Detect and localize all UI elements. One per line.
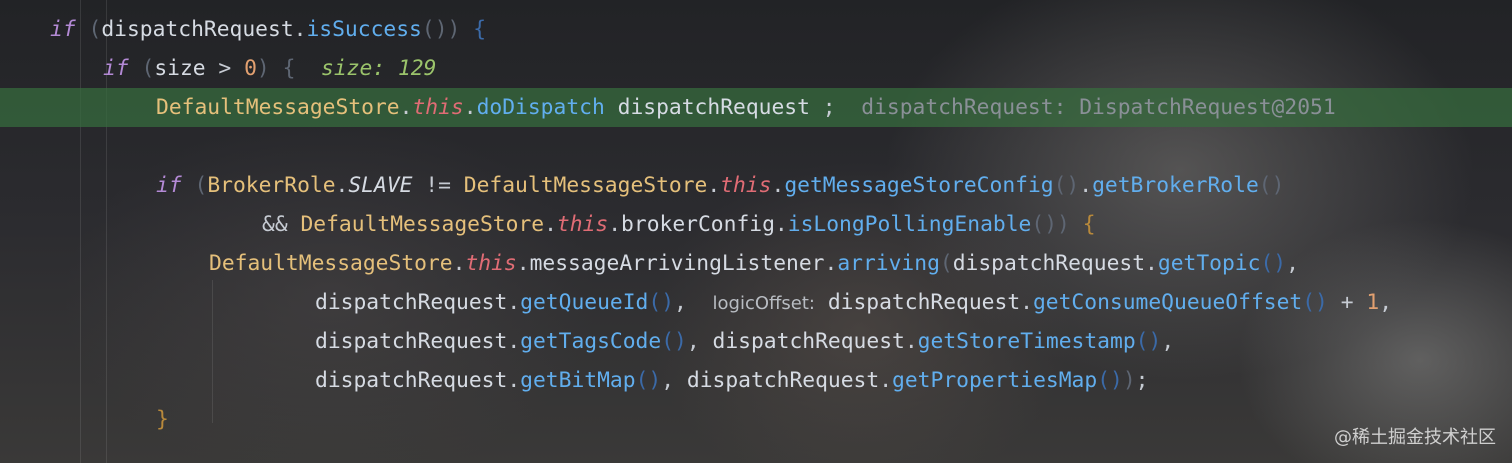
watermark: @稀土掘金技术社区 bbox=[1334, 427, 1496, 448]
code-line-6[interactable]: && DefaultMessageStore.this.brokerConfig… bbox=[0, 205, 1512, 244]
code-line-2[interactable]: if (size > 0) { size: 129 bbox=[0, 49, 1512, 88]
keyword: if bbox=[50, 17, 76, 42]
parameter-name-hint: logicOffset: bbox=[712, 293, 815, 314]
inline-debug-value: size: bbox=[295, 56, 398, 81]
inline-debug-value: dispatchRequest: DispatchRequest@2051 bbox=[835, 95, 1336, 120]
execution-point-line[interactable]: DefaultMessageStore.this.doDispatch disp… bbox=[0, 88, 1512, 127]
code-line-8[interactable]: dispatchRequest.getQueueId(), logicOffse… bbox=[0, 283, 1512, 322]
code-line-5[interactable]: if (BrokerRole.SLAVE != DefaultMessageSt… bbox=[0, 166, 1512, 205]
method-call: isSuccess bbox=[306, 17, 422, 42]
code-line-11[interactable]: } bbox=[0, 400, 1512, 439]
code-line-7[interactable]: DefaultMessageStore.this.messageArriving… bbox=[0, 244, 1512, 283]
code-line-10[interactable]: dispatchRequest.getBitMap(), dispatchReq… bbox=[0, 361, 1512, 400]
code-line-9[interactable]: dispatchRequest.getTagsCode(), dispatchR… bbox=[0, 322, 1512, 361]
code-editor[interactable]: if (dispatchRequest.isSuccess()) { if (s… bbox=[0, 0, 1512, 463]
inline-debug-value: 129 bbox=[397, 56, 437, 81]
code-line-1[interactable]: if (dispatchRequest.isSuccess()) { bbox=[0, 10, 1512, 49]
